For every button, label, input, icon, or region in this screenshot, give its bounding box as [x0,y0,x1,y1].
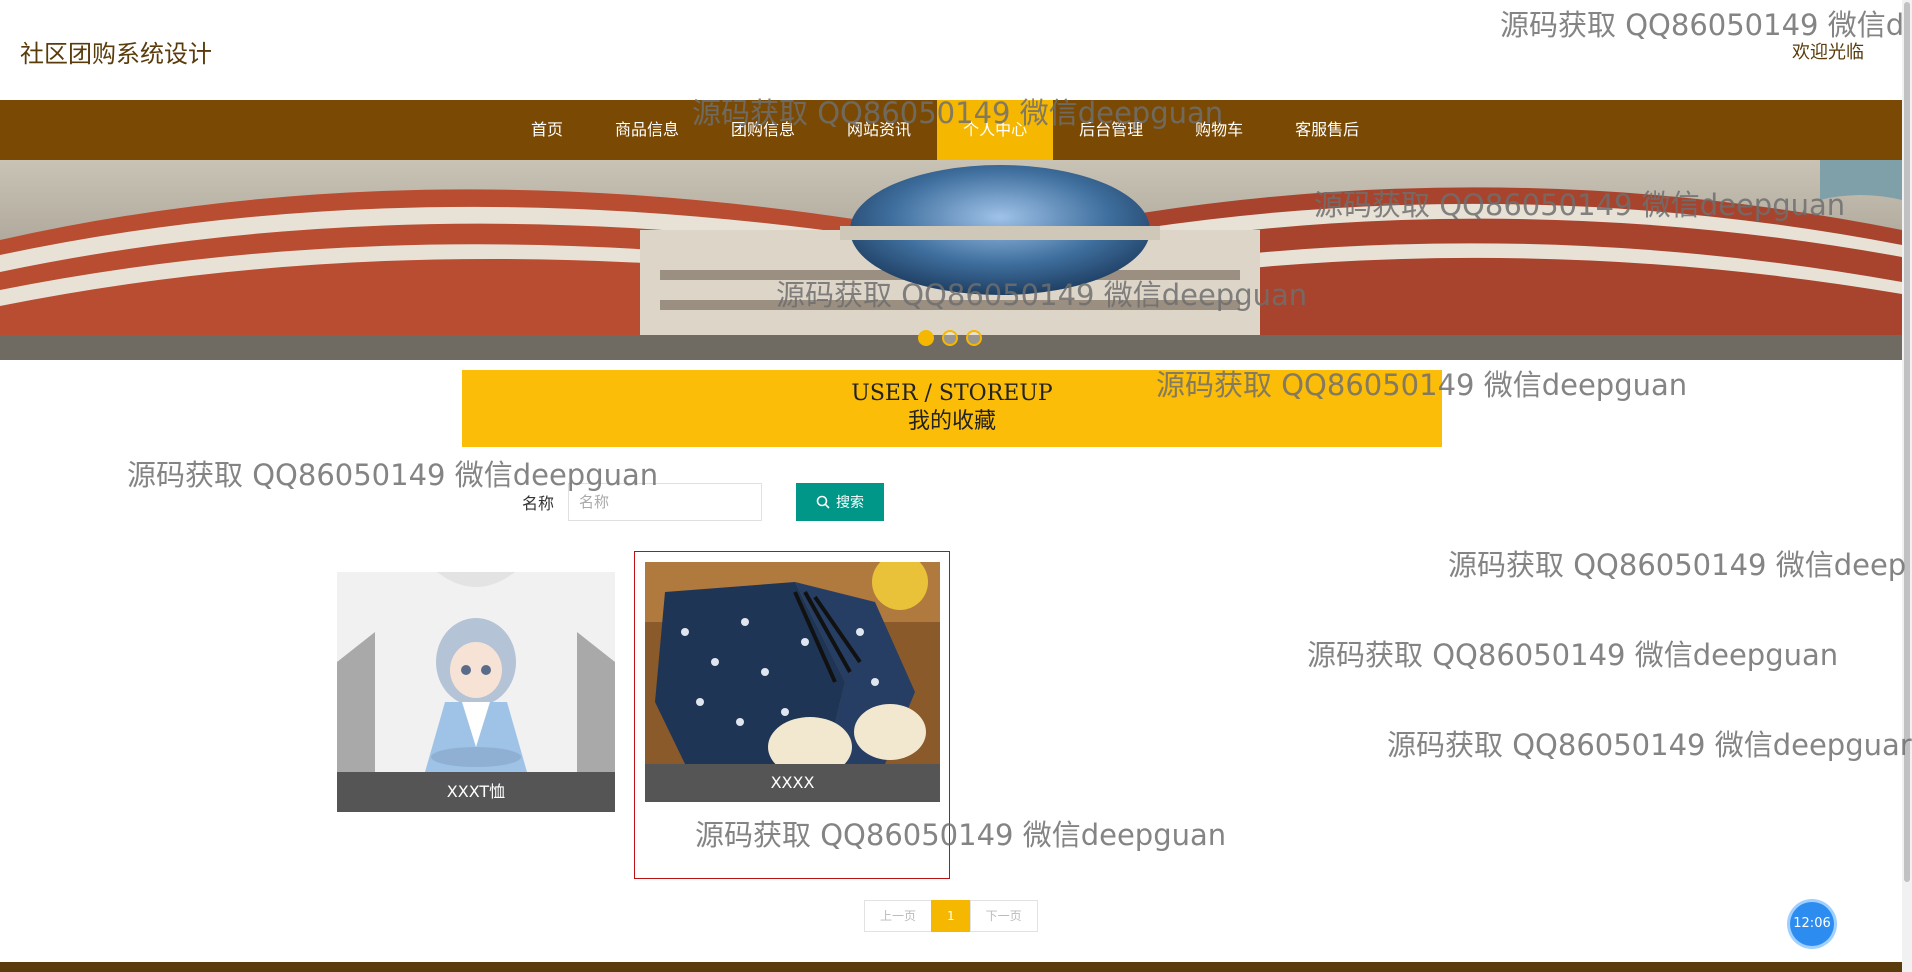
current-page-button[interactable]: 1 [931,900,971,932]
product-name[interactable]: XXXT恤 [337,772,615,812]
search-bar: 名称 搜索 [522,482,885,522]
carousel-dot-3[interactable] [966,330,982,346]
nav-item-customer-service[interactable]: 客服售后 [1269,100,1385,160]
nav-item-admin[interactable]: 后台管理 [1053,100,1169,160]
nav-item-news[interactable]: 网站资讯 [821,100,937,160]
product-name[interactable]: XXXX [645,764,940,802]
scrollbar[interactable] [1902,0,1912,972]
section-title-en: USER / STOREUP [851,381,1053,406]
watermark: 源码获取 QQ86050149 微信deepguar [1387,728,1912,762]
section-title: USER / STOREUP 我的收藏 [462,370,1442,447]
carousel-dots [918,330,982,346]
search-button[interactable]: 搜索 [796,483,885,521]
nav-items: 首页 商品信息 团购信息 网站资讯 个人中心 后台管理 购物车 客服售后 [505,100,1385,160]
prev-page-button[interactable]: 上一页 [864,900,933,932]
search-icon [816,495,830,509]
product-image-tshirt[interactable] [337,572,615,772]
nav-item-home[interactable]: 首页 [505,100,589,160]
watermark: 源码获取 QQ86050149 微信deepguan [1307,638,1839,672]
site-header: 社区团购系统设计 欢迎光临 [0,0,1902,100]
clock-widget[interactable]: 12:06 [1790,902,1834,946]
main-nav: 首页 商品信息 团购信息 网站资讯 个人中心 后台管理 购物车 客服售后 [0,100,1902,160]
nav-item-cart[interactable]: 购物车 [1169,100,1269,160]
nav-item-personal-center[interactable]: 个人中心 [937,100,1054,160]
nav-item-group-buy[interactable]: 团购信息 [705,100,821,160]
search-button-label: 搜索 [836,495,865,511]
watermark: 源码获取 QQ86050149 微信deep [1448,548,1907,582]
product-image-sneaker[interactable] [645,562,940,764]
search-label: 名称 [522,494,555,513]
carousel-dot-2[interactable] [942,330,958,346]
footer-bar [0,962,1902,972]
site-title: 社区团购系统设计 [20,40,212,68]
section-title-cn: 我的收藏 [907,409,996,434]
welcome-text: 欢迎光临 [1792,42,1864,63]
pagination: 上一页 1 下一页 [864,900,1038,932]
product-card[interactable]: XXXX [645,562,940,802]
search-input[interactable] [568,483,763,521]
nav-item-products[interactable]: 商品信息 [589,100,705,160]
carousel-dot-1[interactable] [918,330,934,346]
next-page-button[interactable]: 下一页 [969,900,1038,932]
product-card[interactable]: XXXT恤 [337,572,615,812]
scrollbar-thumb[interactable] [1904,2,1910,882]
